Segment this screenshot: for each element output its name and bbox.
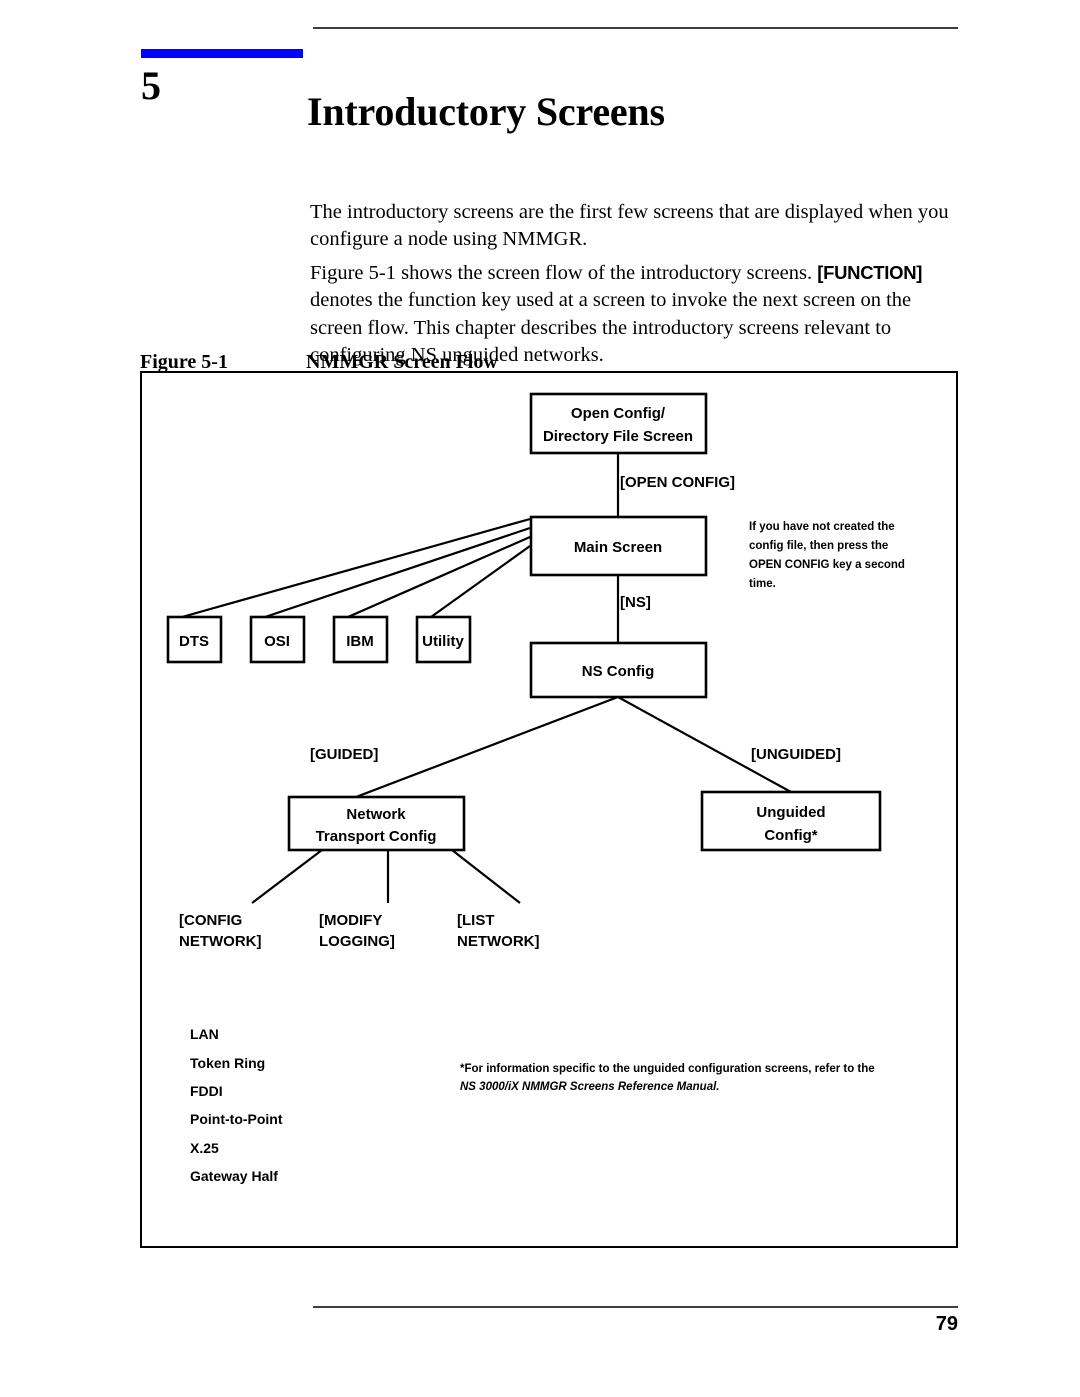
connector-mainscreen-to-ibm — [347, 535, 531, 619]
node-utility-label: Utility — [422, 633, 464, 650]
node-unguided-config-line2: Config* — [764, 827, 817, 844]
key-modify-logging-line2: LOGGING] — [319, 933, 395, 950]
figref-text-before: Figure 5-1 shows the screen flow of the … — [310, 261, 818, 284]
figure-footnote: *For information specific to the unguide… — [460, 1063, 875, 1093]
node-unguided-config[interactable]: Unguided Config* — [700, 790, 882, 852]
chapter-accent-rule — [141, 49, 303, 58]
key-modify-logging-line1: [MODIFY — [319, 912, 382, 929]
footnote-line-2: NS 3000/iX NMMGR Screens Reference Manua… — [460, 1081, 720, 1093]
figure-frame: Open Config/ Directory File Screen Main … — [140, 371, 958, 1248]
node-unguided-config-line1: Unguided — [756, 804, 825, 821]
nmmgr-screen-flow-diagram: Open Config/ Directory File Screen Main … — [166, 392, 905, 1184]
chapter-number: 5 — [141, 63, 161, 108]
key-ns: [NS] — [620, 594, 651, 611]
node-main-screen[interactable]: Main Screen — [529, 515, 708, 577]
key-guided: [GUIDED] — [310, 746, 378, 763]
key-unguided: [UNGUIDED] — [751, 746, 841, 763]
connector-mainscreen-to-dts — [181, 517, 531, 619]
list-item-fddi: FDDI — [190, 1083, 223, 1099]
node-dts[interactable]: DTS — [166, 615, 223, 664]
key-list-network-line2: NETWORK] — [457, 933, 540, 950]
node-open-config-line1: Open Config/ — [571, 405, 666, 422]
node-network-transport-config-line2: Transport Config — [316, 828, 437, 845]
note-line-2: config file, then press the — [749, 540, 888, 552]
page-header-rule — [313, 27, 958, 29]
note-line-3: OPEN CONFIG key a second — [749, 559, 905, 571]
connector-nsconfig-to-network-transport-config — [355, 695, 619, 799]
node-osi[interactable]: OSI — [249, 615, 306, 664]
page-title: Introductory Screens — [307, 88, 665, 134]
node-main-screen-label: Main Screen — [574, 539, 662, 556]
note-line-1: If you have not created the — [749, 521, 895, 533]
list-item-gateway-half: Gateway Half — [190, 1168, 278, 1184]
figure-title: NMMGR Screen Flow — [306, 351, 498, 373]
note-open-config-hint: If you have not created the config file,… — [749, 521, 905, 590]
node-open-config-directory-file-screen[interactable]: Open Config/ Directory File Screen — [529, 392, 708, 455]
key-open-config: [OPEN CONFIG] — [620, 474, 735, 491]
connector-mainscreen-to-osi — [264, 526, 531, 619]
key-list-network-line1: [LIST — [457, 912, 495, 929]
connector-nsconfig-to-unguided-config — [617, 696, 792, 793]
node-osi-label: OSI — [264, 633, 290, 650]
node-ns-config-label: NS Config — [582, 663, 655, 680]
node-ns-config[interactable]: NS Config — [529, 641, 708, 699]
key-config-network-line2: NETWORK] — [179, 933, 262, 950]
page-number: 79 — [935, 1313, 958, 1335]
note-line-4: time. — [749, 578, 776, 590]
node-ibm-label: IBM — [346, 633, 374, 650]
node-open-config-line2: Directory File Screen — [543, 428, 693, 445]
intro-paragraph: The introductory screens are the first f… — [310, 200, 949, 251]
connector-ntc-to-config-network — [251, 849, 323, 904]
node-network-transport-config[interactable]: Network Transport Config — [287, 795, 466, 852]
node-network-transport-config-line1: Network — [346, 806, 406, 823]
node-utility[interactable]: Utility — [415, 615, 472, 664]
node-dts-label: DTS — [179, 633, 209, 650]
list-item-token-ring: Token Ring — [190, 1055, 265, 1071]
list-item-x25: X.25 — [190, 1140, 219, 1156]
network-types-list: LAN Token Ring FDDI Point-to-Point X.25 … — [190, 1026, 283, 1184]
connector-ntc-to-list-network — [451, 849, 521, 904]
node-ibm[interactable]: IBM — [332, 615, 389, 664]
list-item-lan: LAN — [190, 1026, 219, 1042]
page-footer-rule — [313, 1306, 958, 1308]
key-config-network-line1: [CONFIG — [179, 912, 242, 929]
list-item-point-to-point: Point-to-Point — [190, 1111, 283, 1127]
function-key-token: [FUNCTION] — [817, 261, 923, 283]
footnote-line-1: *For information specific to the unguide… — [460, 1063, 875, 1075]
